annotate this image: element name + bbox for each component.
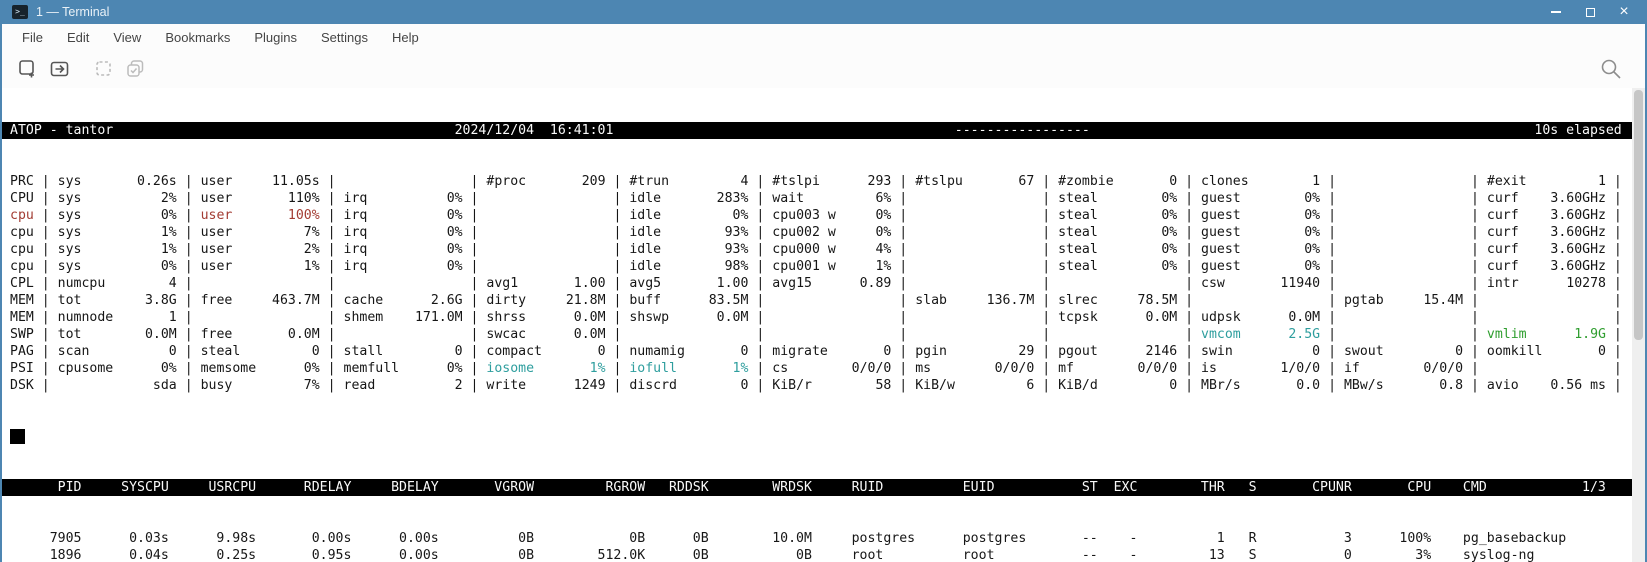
clipboard-disabled-icon: [90, 55, 118, 83]
process-rows: 7905 0.03s 9.98s 0.00s 0.00s 0B 0B 0B 10…: [2, 530, 1645, 562]
search-icon[interactable]: [1599, 57, 1623, 86]
atop-stat-row-prc: PRC | sys 0.26s | user 11.05s | | #proc …: [2, 173, 1645, 190]
titlebar: >_ 1 — Terminal ×: [2, 0, 1645, 24]
new-tab-icon[interactable]: [14, 55, 42, 83]
maximize-button[interactable]: [1583, 5, 1597, 19]
process-row: 7905 0.03s 9.98s 0.00s 0.00s 0B 0B 0B 10…: [2, 530, 1645, 547]
atop-stat-row-psi: PSI | cpusome 0% | memsome 0% | memfull …: [2, 360, 1645, 377]
menu-item-edit[interactable]: Edit: [55, 30, 101, 45]
window-controls: ×: [1549, 5, 1631, 19]
text-cursor: [10, 429, 25, 444]
atop-stat-row-mem: MEM | numnode 1 | | shmem 171.0M | shrss…: [2, 309, 1645, 326]
atop-stat-row-mem: MEM | tot 3.8G | free 463.7M | cache 2.6…: [2, 292, 1645, 309]
split-view-icon[interactable]: [46, 55, 74, 83]
process-table-header: PID SYSCPU USRCPU RDELAY BDELAY VGROW RG…: [2, 479, 1645, 496]
menu-item-file[interactable]: File: [10, 30, 55, 45]
duplicate-disabled-icon: [122, 55, 150, 83]
atop-stat-row-cpu: cpu | sys 0% | user 100% | irq 0% | | id…: [2, 207, 1645, 224]
atop-stat-row-cpu: cpu | sys 1% | user 2% | irq 0% | | idle…: [2, 241, 1645, 258]
scrollbar[interactable]: [1632, 88, 1645, 562]
process-row: 1896 0.04s 0.25s 0.95s 0.00s 0B 512.0K 0…: [2, 547, 1645, 562]
terminal-screen[interactable]: ATOP - tantor 2024/12/04 16:41:01 ------…: [2, 88, 1645, 562]
atop-stat-row-cpu: CPU | sys 2% | user 110% | irq 0% | | id…: [2, 190, 1645, 207]
atop-stats: PRC | sys 0.26s | user 11.05s | | #proc …: [2, 173, 1645, 394]
minimize-button[interactable]: [1549, 5, 1563, 19]
atop-stat-row-dsk: DSK | sda | busy 7% | read 2 | write 124…: [2, 377, 1645, 394]
menu-item-settings[interactable]: Settings: [309, 30, 380, 45]
atop-stat-row-pag: PAG | scan 0 | steal 0 | stall 0 | compa…: [2, 343, 1645, 360]
atop-stat-row-cpu: cpu | sys 0% | user 1% | irq 0% | | idle…: [2, 258, 1645, 275]
terminal-window: >_ 1 — Terminal × FileEditViewBookmarksP…: [0, 0, 1647, 562]
atop-stat-row-cpu: cpu | sys 1% | user 7% | irq 0% | | idle…: [2, 224, 1645, 241]
menu-item-bookmarks[interactable]: Bookmarks: [153, 30, 242, 45]
menubar: FileEditViewBookmarksPluginsSettingsHelp: [2, 24, 1645, 50]
close-button[interactable]: ×: [1617, 5, 1631, 19]
scrollbar-thumb[interactable]: [1634, 90, 1643, 340]
atop-header-line: ATOP - tantor 2024/12/04 16:41:01 ------…: [2, 122, 1645, 139]
window-title: 1 — Terminal: [36, 5, 109, 19]
menu-item-view[interactable]: View: [101, 30, 153, 45]
cursor-line: [2, 428, 1645, 445]
atop-stat-row-cpl: CPL | numcpu 4 | | | avg1 1.00 | avg5 1.…: [2, 275, 1645, 292]
terminal-app-icon: >_: [12, 5, 28, 19]
menu-item-help[interactable]: Help: [380, 30, 431, 45]
atop-stat-row-swp: SWP | tot 0.0M | free 0.0M | | swcac 0.0…: [2, 326, 1645, 343]
toolbar: [2, 50, 1645, 88]
menu-item-plugins[interactable]: Plugins: [242, 30, 309, 45]
